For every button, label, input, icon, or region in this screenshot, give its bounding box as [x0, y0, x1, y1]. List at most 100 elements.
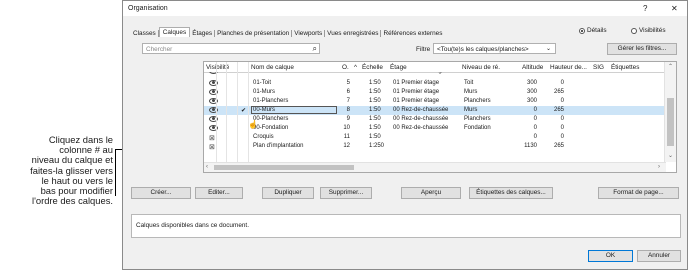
table-row[interactable]: 00-Fondation 10 1:50 00 Rez-de-chaussée Fond…	[204, 124, 666, 133]
sort-up-icon: ^	[354, 64, 357, 71]
status-panel: Calques disponibles dans ce document.	[131, 214, 681, 238]
radio-empty-icon	[631, 27, 637, 34]
tab-planches[interactable]: Planches de présentation	[215, 30, 293, 37]
cell-order[interactable]: 9	[322, 116, 350, 122]
chevron-down-icon: ⌄	[545, 46, 551, 52]
col-level[interactable]: Niveau de ré.	[462, 64, 500, 71]
cell-alt: 0	[533, 134, 537, 140]
cell-height: 0	[560, 80, 564, 86]
hidden-visibility-icon[interactable]: ⊠	[209, 134, 215, 142]
create-button[interactable]: Créer...	[131, 187, 191, 199]
cell-order[interactable]: 7	[322, 98, 350, 104]
cell-scale: 1:250	[369, 143, 385, 149]
cell-alt: 300	[526, 98, 537, 104]
table-row[interactable]: ⊠ Croquis 11 1:50 0 0	[204, 133, 666, 142]
cell-name: 02-Planchers	[253, 72, 288, 74]
filter-dropdown[interactable]: <Tou(te)s les calques/planches> ⌄	[433, 43, 556, 54]
cell-height: 265	[553, 89, 564, 95]
visibility-radio[interactable]: Visibilités	[631, 27, 666, 34]
col-layer-name[interactable]: Nom de calque	[251, 64, 294, 71]
cell-name: 01-Murs	[253, 89, 276, 95]
scroll-thumb[interactable]	[667, 98, 674, 146]
tab-viewports[interactable]: Viewports	[292, 30, 326, 37]
cell-scale: 1:50	[369, 80, 381, 86]
tab-etages[interactable]: Étages	[190, 30, 216, 37]
details-label: Détails	[587, 27, 607, 34]
scroll-thumb[interactable]	[214, 165, 354, 170]
tab-vues-enregistrees[interactable]: Vues enregistrées	[325, 30, 382, 37]
scroll-down-icon[interactable]: ⌄	[668, 152, 673, 159]
layer-tags-button[interactable]: Étiquettes des calques...	[469, 187, 553, 199]
callout-line: l'ordre des calques.	[31, 195, 113, 207]
cell-order[interactable]: 6	[322, 89, 350, 95]
hidden-visibility-icon[interactable]: ⊠	[209, 143, 215, 151]
vertical-scrollbar[interactable]: ⌃ ⌄	[664, 62, 676, 162]
status-text: Calques disponibles dans ce document.	[136, 222, 249, 229]
close-button[interactable]: ✕	[671, 4, 678, 13]
cell-scale: 1:50	[369, 72, 381, 74]
tab-classes[interactable]: Classes	[131, 30, 159, 37]
tab-calques[interactable]: Calques	[158, 27, 191, 37]
callout-annotation: Cliquez dans le colonne # au niveau du c…	[0, 134, 113, 207]
cell-name: 01-Toit	[253, 80, 272, 86]
name-edit-box[interactable]	[251, 106, 337, 114]
cell-height: 0	[560, 125, 564, 131]
cell-level: Murs	[464, 107, 478, 113]
cell-story: 02 Deuxième étage	[393, 72, 445, 74]
horizontal-scrollbar[interactable]: ‹ ›	[204, 162, 666, 172]
table-row[interactable]: ⊠ Plan d'implantation 12 1:250 1130 265	[204, 142, 666, 151]
duplicate-button[interactable]: Dupliquer	[262, 187, 314, 199]
col-tags[interactable]: Étiquettes	[611, 64, 639, 71]
table-row[interactable]: 01-Planchers 7 1:50 01 Premier étage Planche…	[204, 97, 666, 106]
details-radio[interactable]: Détails	[579, 27, 607, 34]
scroll-up-icon[interactable]: ⌃	[668, 63, 673, 70]
cell-order[interactable]: 4	[322, 72, 350, 74]
cell-alt: 0	[533, 107, 537, 113]
cell-order[interactable]: 10	[322, 125, 350, 131]
preview-button[interactable]: Aperçu	[401, 187, 461, 199]
tab-bar: Classes Calques Étages Planches de présenta…	[131, 27, 444, 38]
col-gis[interactable]: SIG	[593, 64, 604, 71]
page-format-button[interactable]: Format de page...	[598, 187, 679, 199]
table-row[interactable]: 02-Planchers 4 1:50 02 Deuxième étage Planch…	[204, 72, 666, 76]
col-order[interactable]: O.	[342, 64, 349, 71]
table-row[interactable]: 00-Planchers 9 1:50 00 Rez-de-chaussée Planc…	[204, 115, 666, 124]
col-scale[interactable]: Échelle	[362, 64, 383, 71]
filter-value: <Tou(te)s les calques/planches>	[437, 46, 529, 53]
cancel-button[interactable]: Annuler	[637, 250, 681, 262]
cell-story: 00 Rez-de-chaussée	[393, 125, 449, 131]
cell-order[interactable]: 5	[322, 80, 350, 86]
cell-alt: 300	[526, 89, 537, 95]
cell-height: 0	[560, 98, 564, 104]
cell-scale: 1:50	[369, 98, 381, 104]
cell-order[interactable]: 12	[322, 143, 350, 149]
col-altitude[interactable]: Altitude	[522, 64, 543, 71]
scroll-left-icon[interactable]: ‹	[206, 164, 208, 170]
cell-height: 265	[553, 143, 564, 149]
help-button[interactable]: ?	[643, 4, 647, 13]
col-height[interactable]: Hauteur de...	[550, 64, 587, 71]
table-row[interactable]: 01-Toit 5 1:50 01 Premier étage Toit 300 0	[204, 79, 666, 88]
col-story[interactable]: Étage	[390, 64, 407, 71]
scroll-right-icon[interactable]: ›	[658, 164, 660, 170]
radio-selected-icon	[579, 27, 585, 34]
cell-alt: 300	[526, 80, 537, 86]
ok-button[interactable]: OK	[588, 250, 633, 262]
organisation-dialog: Organisation ? ✕ Classes Calques Étages Pla…	[122, 0, 688, 270]
column-divider	[237, 62, 238, 162]
manage-filters-button[interactable]: Gérer les filtres...	[607, 43, 677, 55]
table-row[interactable]: ✔ 00-Murs 8 1:50 00 Rez-de-chaussée Murs 0 265	[204, 106, 666, 115]
edit-button[interactable]: Editer...	[195, 187, 243, 199]
cell-story: 01 Premier étage	[393, 80, 440, 86]
tab-references-externes[interactable]: Références externes	[381, 30, 444, 37]
callout-leader-line	[115, 149, 116, 196]
cell-height: 0	[560, 134, 564, 140]
column-divider	[226, 62, 227, 162]
delete-button[interactable]: Supprimer...	[320, 187, 372, 199]
table-row[interactable]: 01-Murs 6 1:50 01 Premier étage Murs 300 265	[204, 88, 666, 97]
check-icon[interactable]: ✔	[241, 107, 246, 114]
search-input[interactable]: Chercher ⌕	[142, 43, 320, 54]
cell-name: 00-Fondation	[253, 125, 289, 131]
cell-alt: 0	[533, 125, 537, 131]
cell-order[interactable]: 11	[322, 134, 350, 140]
